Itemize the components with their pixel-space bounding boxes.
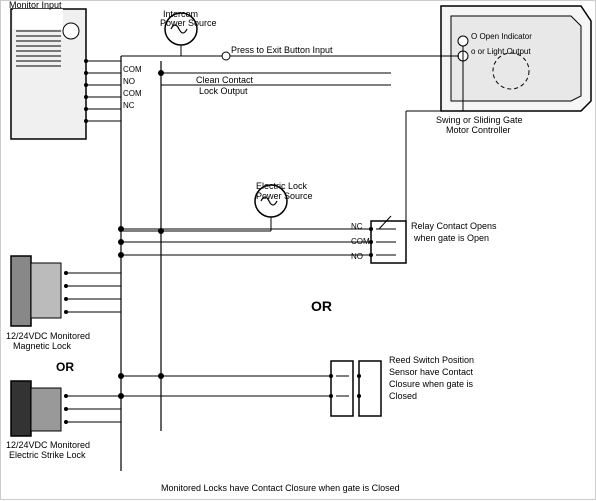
svg-text:Swing or Sliding Gate: Swing or Sliding Gate	[436, 115, 523, 125]
svg-text:Closed: Closed	[389, 391, 417, 401]
svg-text:12/24VDC Monitored: 12/24VDC Monitored	[6, 331, 90, 341]
svg-text:Clean Contact: Clean Contact	[196, 75, 254, 85]
svg-text:COM: COM	[123, 89, 142, 98]
svg-text:Magnetic Lock: Magnetic Lock	[13, 341, 72, 351]
svg-text:Monitor Input: Monitor Input	[9, 1, 62, 10]
svg-text:Electric Strike Lock: Electric Strike Lock	[9, 450, 86, 460]
svg-text:Motor Controller: Motor Controller	[446, 125, 511, 135]
wiring-diagram: Monitor Input Intercom Power Source Pres…	[0, 0, 596, 500]
svg-text:Lock Output: Lock Output	[199, 86, 248, 96]
svg-text:Monitored Locks have Contact C: Monitored Locks have Contact Closure whe…	[161, 483, 400, 493]
svg-text:Reed Switch Position: Reed Switch Position	[389, 355, 474, 365]
svg-text:Power Source: Power Source	[256, 191, 313, 201]
svg-text:NO: NO	[351, 252, 363, 261]
svg-text:Press to Exit Button Input: Press to Exit Button Input	[231, 45, 333, 55]
svg-text:NO: NO	[123, 77, 135, 86]
svg-text:OR: OR	[56, 360, 74, 374]
svg-text:Power Source: Power Source	[160, 18, 217, 28]
svg-text:Sensor have Contact: Sensor have Contact	[389, 367, 474, 377]
svg-text:O Open Indicator: O Open Indicator	[471, 32, 532, 41]
svg-text:when gate is Open: when gate is Open	[413, 233, 489, 243]
svg-text:o or Light Output: o or Light Output	[471, 47, 531, 56]
svg-text:12/24VDC Monitored: 12/24VDC Monitored	[6, 440, 90, 450]
svg-text:NC: NC	[123, 101, 135, 110]
svg-text:NC: NC	[351, 222, 363, 231]
svg-text:OR: OR	[311, 298, 332, 314]
svg-text:Closure when gate is: Closure when gate is	[389, 379, 474, 389]
svg-text:Electric Lock: Electric Lock	[256, 181, 308, 191]
svg-text:COM: COM	[123, 65, 142, 74]
svg-text:Relay Contact Opens: Relay Contact Opens	[411, 221, 497, 231]
